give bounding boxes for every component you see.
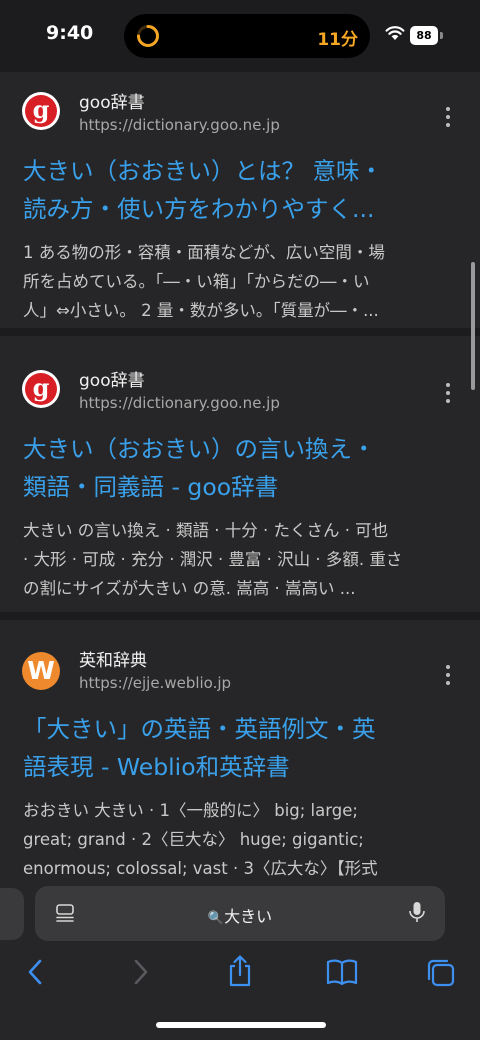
result-title-line[interactable]: 類語・同義語 - goo辞書 [23,468,278,506]
forward-icon[interactable] [128,958,152,986]
result-card[interactable]: g goo辞書 https://dictionary.goo.ne.jp 大きい… [0,72,480,328]
back-icon[interactable] [24,958,48,986]
search-results: g goo辞書 https://dictionary.goo.ne.jp 大きい… [0,72,480,920]
battery-icon: 88 [410,26,438,45]
bottom-toolbar: 🔍大きい [0,876,480,1040]
site-url[interactable]: https://dictionary.goo.ne.jp [79,116,280,134]
clock: 9:40 [46,22,94,44]
site-url[interactable]: https://dictionary.goo.ne.jp [79,394,280,412]
result-title-line[interactable]: 大きい（おおきい）とは？ 意味・ [23,152,383,190]
result-snippet-line: 大きい の言い換え · 類語 · 十分 · たくさん · 可也 [23,521,389,540]
more-options-icon[interactable] [440,382,456,404]
result-snippet-line: の割にサイズが大きい の意. 嵩高 · 嵩高い ... [23,579,356,598]
result-title-line[interactable]: 読み方・使い方をわかりやすく... [23,190,374,228]
status-bar: 9:40 11分 88 [0,0,480,72]
dynamic-island[interactable]: 11分 [124,14,370,58]
share-icon[interactable] [226,954,254,988]
tabs-icon[interactable] [426,958,456,988]
timer-icon [137,25,159,47]
goo-favicon-icon: g [22,92,60,130]
battery-tip [440,32,443,39]
bookmarks-icon[interactable] [326,958,358,986]
address-bar[interactable]: 🔍大きい [35,886,445,941]
microphone-icon[interactable] [408,901,426,925]
search-icon: 🔍 [207,911,225,926]
result-snippet-line: · 大形 · 可成 · 充分 · 潤沢 · 豊富 · 沢山 · 多額. 重さ [23,550,403,569]
scroll-indicator[interactable] [471,262,475,390]
home-indicator[interactable] [156,1022,326,1028]
address-text[interactable]: 🔍大きい [35,903,445,927]
goo-favicon-icon: g [22,370,60,408]
site-name: goo辞書 [79,371,145,391]
result-snippet-line: great; grand · 2〈巨大な〉 huge; gigantic; [23,830,364,849]
result-snippet-line: 所を占めている。「―・い箱」「からだの―・い [23,272,370,291]
timer-text: 11分 [317,30,358,50]
result-title-line[interactable]: 語表現 - Weblio和英辞書 [23,748,290,786]
weblio-favicon-icon: W [22,652,60,690]
more-options-icon[interactable] [440,106,456,128]
result-snippet-line: 1 ある物の形・容積・面積などが、広い空間・場 [23,243,385,262]
result-title-line[interactable]: 「大きい」の英語・英語例文・英 [23,710,376,748]
site-url[interactable]: https://ejje.weblio.jp [79,674,231,692]
site-name: 英和辞典 [79,651,147,671]
result-snippet-line: おおきい 大きい · 1〈一般的に〉 big; large; [23,801,358,820]
more-options-icon[interactable] [440,664,456,686]
search-query: 大きい [224,907,273,926]
previous-tab-pill[interactable] [0,888,24,940]
result-snippet-line: 人」⇔小さい。 2 量・数が多い。「質量が―・... [23,301,379,320]
result-card[interactable]: W 英和辞典 https://ejje.weblio.jp 「大きい」の英語・英… [0,620,480,920]
result-card[interactable]: g goo辞書 https://dictionary.goo.ne.jp 大きい… [0,336,480,612]
result-title-line[interactable]: 大きい（おおきい）の言い換え・ [23,430,376,468]
site-name: goo辞書 [79,93,145,113]
wifi-icon [385,26,405,40]
